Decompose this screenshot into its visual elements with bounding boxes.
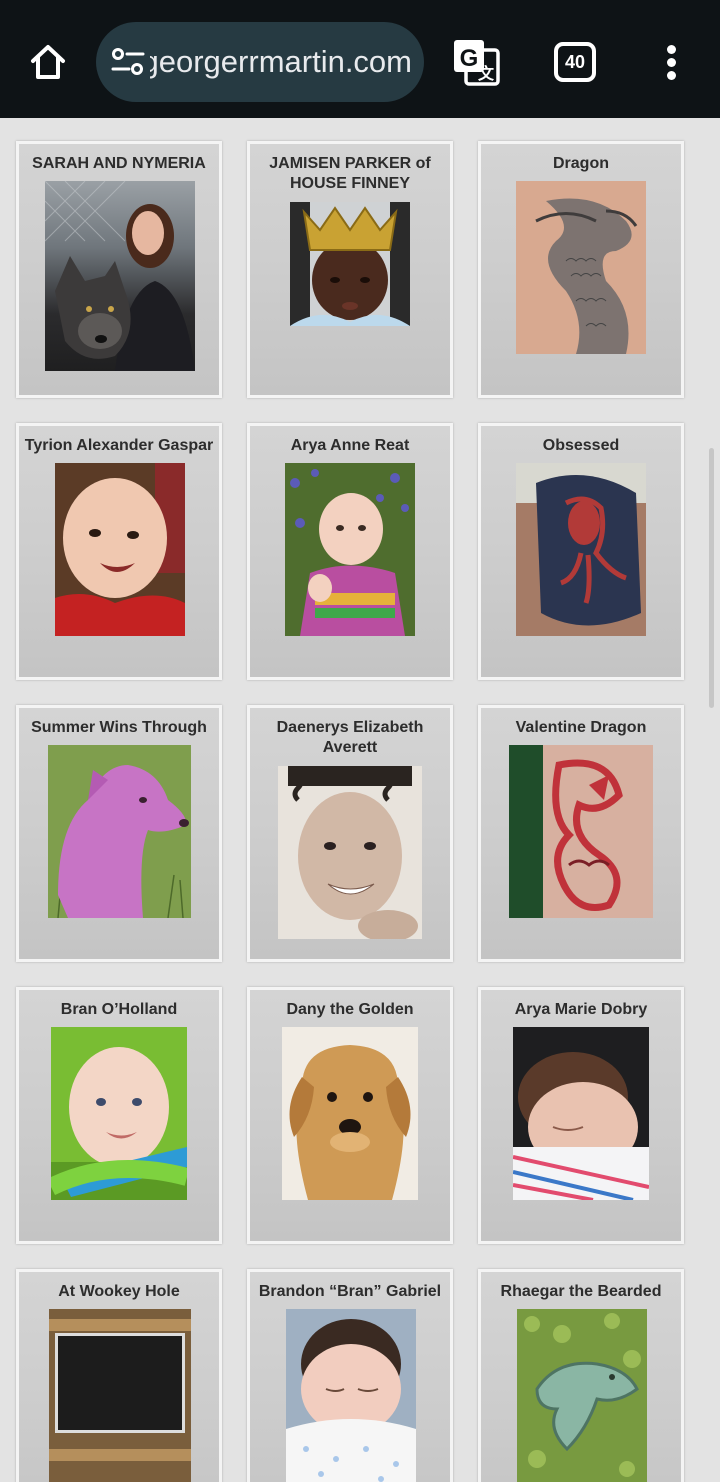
- home-icon: [31, 45, 65, 79]
- photo-dragon-tattoo: [516, 181, 646, 354]
- photo-smiling-girl: [278, 766, 422, 939]
- card-title: Dany the Golden: [286, 1001, 414, 1018]
- photo-dire-wolf-sign: [49, 1309, 191, 1482]
- photo-red-dragon-tattoo: [509, 745, 653, 918]
- card-title: SARAH AND NYMERIA: [32, 155, 206, 172]
- photo-baby-in-flowers: [285, 463, 415, 636]
- translate-button[interactable]: G 文: [450, 36, 502, 88]
- gallery-card[interactable]: Arya Marie Dobry: [478, 987, 684, 1244]
- gallery-card[interactable]: Obsessed: [478, 423, 684, 680]
- wooden-rail: [49, 1449, 191, 1461]
- browser-toolbar: georgerrmartin.com G 文 40: [0, 0, 720, 118]
- gallery-card[interactable]: Tyrion Alexander Gaspar: [16, 423, 222, 680]
- gallery-card[interactable]: Daenerys Elizabeth Averett: [247, 705, 453, 962]
- svg-text:G: G: [460, 45, 479, 72]
- card-title: Valentine Dragon: [515, 719, 647, 736]
- site-settings-icon[interactable]: [110, 44, 146, 80]
- gallery-card[interactable]: Summer Wins Through: [16, 705, 222, 962]
- gallery-card[interactable]: SARAH AND NYMERIA: [16, 141, 222, 398]
- gallery-card[interactable]: Brandon “Bran” Gabriel: [247, 1269, 453, 1482]
- photo-baby-with-crown: [290, 202, 410, 326]
- address-bar[interactable]: georgerrmartin.com: [96, 22, 424, 102]
- dire-wolf-sign: [55, 1333, 185, 1433]
- photo-kraken-tattoo: [516, 463, 646, 636]
- photo-sleeping-newborn: [513, 1027, 649, 1200]
- card-title: Arya Marie Dobry: [514, 1001, 648, 1018]
- gallery-card[interactable]: Bran O’Holland: [16, 987, 222, 1244]
- gallery-card[interactable]: JAMISEN PARKER of HOUSE FINNEY: [247, 141, 453, 398]
- card-title: Tyrion Alexander Gaspar: [24, 437, 214, 454]
- photo-green-dragon-sculpture: [517, 1309, 647, 1482]
- photo-smiling-baby: [55, 463, 185, 636]
- photo-wolf-puppy: [48, 745, 191, 918]
- tab-switcher-button[interactable]: 40: [554, 42, 596, 82]
- card-title: Summer Wins Through: [31, 719, 207, 736]
- scrollbar[interactable]: [709, 448, 714, 708]
- photo-baby-in-stroller: [51, 1027, 187, 1200]
- card-title: JAMISEN PARKER of HOUSE FINNEY: [269, 155, 431, 192]
- gallery-card[interactable]: Arya Anne Reat: [247, 423, 453, 680]
- card-title: Brandon “Bran” Gabriel: [258, 1283, 442, 1300]
- gallery-card[interactable]: Dragon: [478, 141, 684, 398]
- more-menu-button[interactable]: [654, 40, 690, 84]
- card-title: Rhaegar the Bearded: [500, 1283, 662, 1300]
- photo-golden-retriever-puppy: [282, 1027, 418, 1200]
- card-title: At Wookey Hole: [58, 1283, 180, 1300]
- gallery-card[interactable]: Valentine Dragon: [478, 705, 684, 962]
- url-text: georgerrmartin.com: [150, 44, 412, 79]
- gallery-card[interactable]: Rhaegar the Bearded: [478, 1269, 684, 1482]
- svg-text:文: 文: [478, 64, 495, 83]
- card-title: Daenerys Elizabeth Averett: [276, 719, 424, 756]
- translate-icon: G 文: [454, 40, 500, 86]
- card-title: Obsessed: [542, 437, 620, 454]
- gallery-card[interactable]: At Wookey Hole: [16, 1269, 222, 1482]
- card-title: Dragon: [553, 155, 609, 172]
- gallery-card[interactable]: Dany the Golden: [247, 987, 453, 1244]
- card-title: Bran O’Holland: [60, 1001, 178, 1018]
- photo-woman-with-wolf: [45, 181, 195, 371]
- photo-swaddled-newborn: [286, 1309, 416, 1482]
- card-title: Arya Anne Reat: [290, 437, 410, 454]
- page-content: SARAH AND NYMERIA JAMISEN PARKER of HOUS…: [0, 118, 720, 1482]
- home-button[interactable]: [22, 36, 74, 88]
- wooden-rail: [49, 1319, 191, 1331]
